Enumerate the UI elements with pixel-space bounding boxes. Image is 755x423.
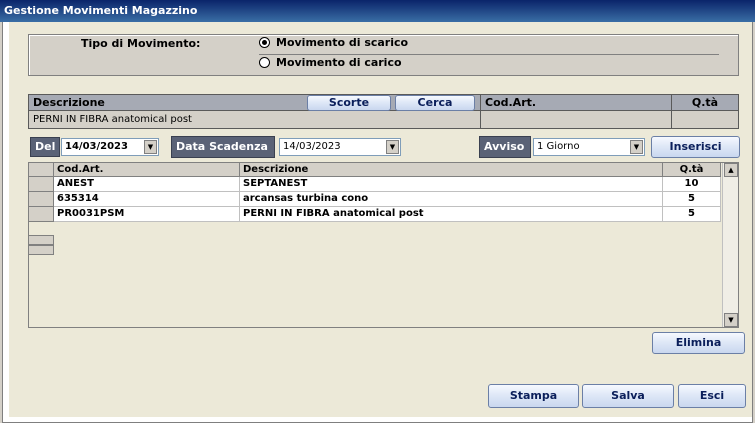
up-arrow-icon[interactable]: ▲ [724, 163, 738, 177]
data-scadenza-picker[interactable]: 14/03/2023 ▼ [279, 138, 401, 156]
cell-codart[interactable]: 635314 [54, 192, 240, 207]
table-row[interactable]: 635314 arcansas turbina cono 5 [29, 192, 721, 207]
row-selector[interactable] [29, 207, 54, 222]
cell-codart[interactable]: ANEST [54, 177, 240, 192]
esci-button[interactable]: Esci [678, 384, 746, 408]
radio-scarico-label: Movimento di scarico [276, 36, 409, 49]
cell-codart[interactable]: PR0031PSM [54, 207, 240, 222]
chevron-down-icon[interactable]: ▼ [144, 140, 157, 154]
data-scadenza-value: 14/03/2023 [283, 141, 341, 152]
stampa-button[interactable]: Stampa [488, 384, 579, 408]
row-selector[interactable] [29, 192, 54, 207]
down-arrow-icon[interactable]: ▼ [724, 313, 738, 327]
main-panel: Tipo di Movimento: Movimento di scarico … [9, 22, 752, 417]
descrizione-header-label: Descrizione [33, 96, 105, 109]
scorte-button[interactable]: Scorte [307, 95, 391, 111]
movement-type-group: Tipo di Movimento: Movimento di scarico … [28, 34, 739, 76]
salva-button[interactable]: Salva [582, 384, 674, 408]
del-label: Del [30, 137, 60, 157]
table-row[interactable]: ANEST SEPTANEST 10 [29, 177, 721, 192]
avviso-select[interactable]: 1 Giorno ▼ [533, 138, 645, 156]
descrizione-value[interactable]: PERNI IN FIBRA anatomical post [28, 111, 481, 129]
data-scadenza-label: Data Scadenza [171, 136, 275, 158]
codart-value[interactable] [480, 111, 672, 129]
row-selector[interactable] [29, 245, 54, 255]
table-row[interactable]: PR0031PSM PERNI IN FIBRA anatomical post… [29, 207, 721, 222]
grid-corner [29, 163, 54, 177]
row-selector[interactable] [29, 177, 54, 192]
radio-carico[interactable]: Movimento di carico [259, 56, 402, 69]
grid-header-qta[interactable]: Q.tà [663, 163, 721, 177]
vertical-scrollbar[interactable]: ▲ ▼ [722, 163, 738, 327]
radio-empty-icon [259, 57, 270, 68]
chevron-down-icon[interactable]: ▼ [630, 140, 643, 154]
grid-header-codart[interactable]: Cod.Art. [54, 163, 240, 177]
elimina-button[interactable]: Elimina [652, 332, 745, 354]
movement-type-label: Tipo di Movimento: [81, 37, 201, 50]
avviso-label: Avviso [479, 136, 531, 158]
inserisci-button[interactable]: Inserisci [651, 136, 740, 158]
movements-grid[interactable]: Cod.Art. Descrizione Q.tà ANEST SEPTANES… [28, 162, 739, 328]
cell-qta[interactable]: 5 [663, 207, 721, 222]
radio-carico-label: Movimento di carico [276, 56, 402, 69]
divider [259, 54, 719, 55]
window-title: Gestione Movimenti Magazzino [0, 0, 755, 22]
qta-value[interactable] [671, 111, 739, 129]
cell-descrizione[interactable]: SEPTANEST [240, 177, 663, 192]
row-selector[interactable] [29, 235, 54, 245]
cell-descrizione[interactable]: arcansas turbina cono [240, 192, 663, 207]
cell-qta[interactable]: 10 [663, 177, 721, 192]
cell-descrizione[interactable]: PERNI IN FIBRA anatomical post [240, 207, 663, 222]
radio-selected-icon [259, 37, 270, 48]
avviso-value: 1 Giorno [537, 141, 580, 152]
del-date-value: 14/03/2023 [65, 141, 128, 152]
cell-qta[interactable]: 5 [663, 192, 721, 207]
chevron-down-icon[interactable]: ▼ [386, 140, 399, 154]
qta-header: Q.tà [671, 94, 739, 111]
cerca-button[interactable]: Cerca [395, 95, 475, 111]
grid-header-descrizione[interactable]: Descrizione [240, 163, 663, 177]
window-client: Tipo di Movimento: Movimento di scarico … [2, 22, 753, 423]
radio-scarico[interactable]: Movimento di scarico [259, 36, 408, 49]
del-date-picker[interactable]: 14/03/2023 ▼ [61, 138, 159, 156]
codart-header: Cod.Art. [480, 94, 672, 111]
